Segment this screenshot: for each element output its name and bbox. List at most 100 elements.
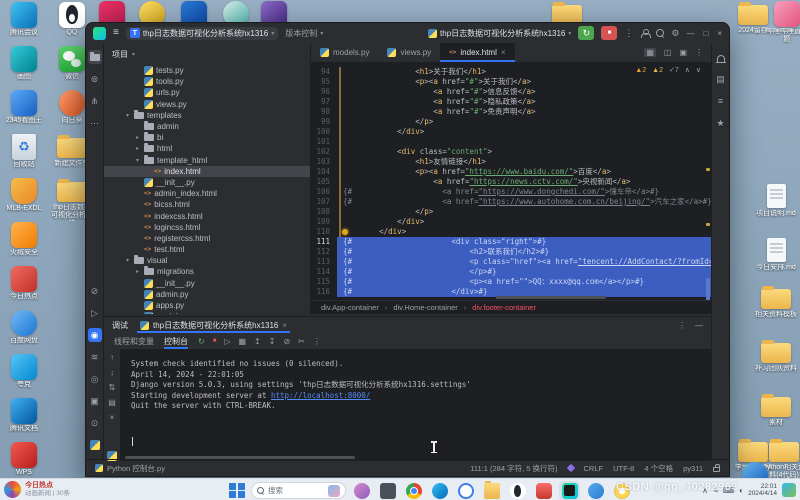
taskbar-app-quark[interactable] — [455, 481, 476, 500]
code-area[interactable]: 94 <h1>关于我们</h1>95 <p><a href="#">关于我们</… — [311, 63, 711, 300]
breadcrumb-item[interactable]: div.footer-container — [472, 303, 536, 312]
python-packages-icon[interactable] — [88, 438, 102, 452]
tab-views.py[interactable]: views.py — [378, 43, 440, 62]
volume-icon[interactable]: ◖ — [738, 486, 743, 495]
scroll-down-icon[interactable]: ↓ — [110, 368, 114, 377]
desktop-icon-哔哩哔哩直播姬[interactable]: 哔哩哔哩直播姬 — [765, 1, 800, 44]
inspections-icon[interactable] — [566, 464, 574, 472]
scroll-up-icon[interactable]: ↑ — [110, 353, 114, 362]
intention-bulb-icon[interactable] — [342, 229, 348, 235]
start-button[interactable] — [228, 482, 246, 500]
tab-models.py[interactable]: models.py — [311, 43, 378, 62]
selection-stripe-mark[interactable] — [706, 278, 710, 300]
mute-breakpoints-icon[interactable]: ⊘ — [283, 337, 290, 346]
taskbar-app-qq[interactable] — [507, 481, 528, 500]
status-left[interactable]: Python 控制台.py — [95, 463, 165, 474]
mute-breakpoints-icon[interactable]: ⊘ — [88, 284, 102, 298]
tree-item-indexcss.html[interactable]: <>indexcss.html — [104, 210, 310, 221]
tree-item-index.html[interactable]: <>index.html — [104, 166, 310, 177]
hide-panel-icon[interactable]: — — [695, 321, 703, 330]
project-panel-header[interactable]: 项目 ▾ — [104, 43, 310, 65]
desktop-icon-百度网盘[interactable]: 百度网盘 — [2, 310, 46, 345]
maximize-button[interactable]: □ — [703, 29, 708, 38]
code-line-95[interactable]: 95 <p><a href="#">关于我们</a> — [311, 77, 711, 87]
code-line-102[interactable]: 102 <div class="content"> — [311, 147, 711, 157]
chevron-closed-icon[interactable]: ▸ — [134, 145, 141, 152]
resume-icon[interactable]: ▷ — [224, 337, 230, 346]
warning-stripe-mark[interactable] — [706, 223, 710, 226]
documentation-icon[interactable]: ▤ — [714, 72, 728, 86]
chevron-closed-icon[interactable]: ▸ — [134, 134, 141, 141]
prev-problem-icon[interactable]: ∧ — [685, 66, 690, 74]
inspections-widget[interactable]: ▲2▲2✓7∧∨ — [635, 66, 701, 74]
debug-console[interactable]: System check identified no issues (0 sil… — [121, 349, 711, 461]
tree-item-views.py[interactable]: views.py — [104, 99, 310, 110]
code-line-101[interactable]: 101 — [311, 137, 711, 147]
detach-icon[interactable]: ▣ — [679, 48, 687, 57]
code-with-me-icon[interactable] — [640, 29, 649, 38]
readonly-lock-icon[interactable] — [713, 467, 720, 472]
chevron-open-icon[interactable]: ▾ — [134, 157, 141, 164]
code-line-97[interactable]: 97 <a href="#">隐私政策</a> — [311, 97, 711, 107]
code-line-98[interactable]: 98 <a href="#">免责声明</a> — [311, 107, 711, 117]
code-line-103[interactable]: 103 <h1>友情链接</h1> — [311, 157, 711, 167]
tree-item-html[interactable]: ▸html — [104, 143, 310, 154]
tree-item-admin[interactable]: admin — [104, 121, 310, 132]
desktop-icon-今日安排.md[interactable]: 今日安排.md — [754, 237, 798, 272]
main-menu-icon[interactable]: ≡ — [113, 28, 119, 38]
debug-subtab-线程和变量[interactable]: 线程和变量 — [114, 333, 154, 349]
tree-item-tests.py[interactable]: tests.py — [104, 65, 310, 76]
next-problem-icon[interactable]: ∨ — [696, 66, 701, 74]
taskbar-search[interactable]: 搜索 — [251, 482, 346, 499]
commit-icon[interactable]: ⊚ — [88, 72, 102, 86]
rerun-debug-button[interactable]: ↻ — [578, 26, 594, 40]
desktop-icon-腾讯会议[interactable]: 腾讯会议 — [2, 2, 46, 37]
tree-item-tools.py[interactable]: tools.py — [104, 76, 310, 87]
debug-subtab-控制台[interactable]: 控制台 — [164, 333, 188, 349]
desktop-icon-2345看图王[interactable]: 2345看图王 — [2, 90, 46, 125]
python-interpreter[interactable]: py311 — [683, 464, 703, 473]
code-line-109[interactable]: 109 </div> — [311, 217, 711, 227]
desktop-icon-画图[interactable]: 画图 — [2, 46, 46, 81]
file-encoding[interactable]: UTF-8 — [613, 464, 634, 473]
typo-count[interactable]: ✓7 — [669, 66, 679, 74]
taskbar-app-messenger[interactable] — [585, 481, 606, 500]
desktop-icon-火绒安全[interactable]: 火绒安全 — [2, 222, 46, 257]
rerun-icon[interactable]: ↻ — [198, 337, 205, 346]
coverage-icon[interactable]: ◎ — [88, 372, 102, 386]
run-configuration[interactable]: thp日志数据可视化分析系统hx1316 ▾ — [428, 28, 571, 39]
warning-stripe-mark[interactable] — [706, 168, 710, 171]
code-line-99[interactable]: 99 </p> — [311, 117, 711, 127]
news-widget[interactable]: 今日热点 动画新闻 | 30条 — [4, 481, 70, 498]
code-line-96[interactable]: 96 <a href="#">信息反馈</a> — [311, 87, 711, 97]
project-folder-icon[interactable] — [88, 50, 102, 64]
desktop-icon-回收站[interactable]: ♻回收站 — [2, 134, 46, 169]
desktop-icon-WPS[interactable]: WPS — [2, 442, 46, 477]
debug-session-tab[interactable]: thp日志数据可视化分析系统hx1316 × — [137, 317, 290, 333]
code-line-115[interactable]: 115{# <p><a href="">QQ：xxxx@qq.com</a></… — [311, 277, 711, 287]
run-icon[interactable]: ▷ — [88, 306, 102, 320]
tree-item-templates[interactable]: ▾templates — [104, 110, 310, 121]
desktop-icon-MLB-EXDL[interactable]: MLB-EXDL — [2, 178, 46, 213]
search-everywhere-icon[interactable] — [656, 29, 664, 37]
code-line-111[interactable]: 111{# <div class="right">#} — [311, 237, 711, 247]
tree-item-apps.py[interactable]: apps.py — [104, 300, 310, 311]
notification-icon[interactable] — [782, 483, 796, 497]
desktop-icon-夸克[interactable]: 夸克 — [2, 354, 46, 389]
close-button[interactable]: × — [717, 29, 722, 38]
vcs-widget[interactable]: 版本控制 ▾ — [285, 28, 323, 39]
tree-item-migrations[interactable]: ▸migrations — [104, 266, 310, 277]
code-line-113[interactable]: 113{# <p class="href"><a href="tencent:/… — [311, 257, 711, 267]
split-right-icon[interactable]: ◫ — [664, 48, 672, 57]
more-menu-icon[interactable]: ⋮ — [624, 28, 633, 39]
tree-item-urls.py[interactable]: urls.py — [104, 87, 310, 98]
chevron-open-icon[interactable]: ▾ — [124, 257, 131, 264]
code-line-105[interactable]: 105 <a href="https://news.cctv.com/">央视新… — [311, 177, 711, 187]
clear-all-icon[interactable]: × — [110, 413, 115, 422]
desktop-icon-相关资料模板[interactable]: 相关资料模板 — [754, 285, 798, 319]
warning-count[interactable]: ▲2 — [635, 67, 646, 74]
taskbar-clock[interactable]: 22:01 2024/4/14 — [748, 483, 777, 498]
indent-style[interactable]: 4 个空格 — [644, 463, 673, 474]
step-down-icon[interactable]: ↧ — [269, 337, 276, 346]
tree-item-models.py[interactable]: models.py — [104, 311, 310, 314]
